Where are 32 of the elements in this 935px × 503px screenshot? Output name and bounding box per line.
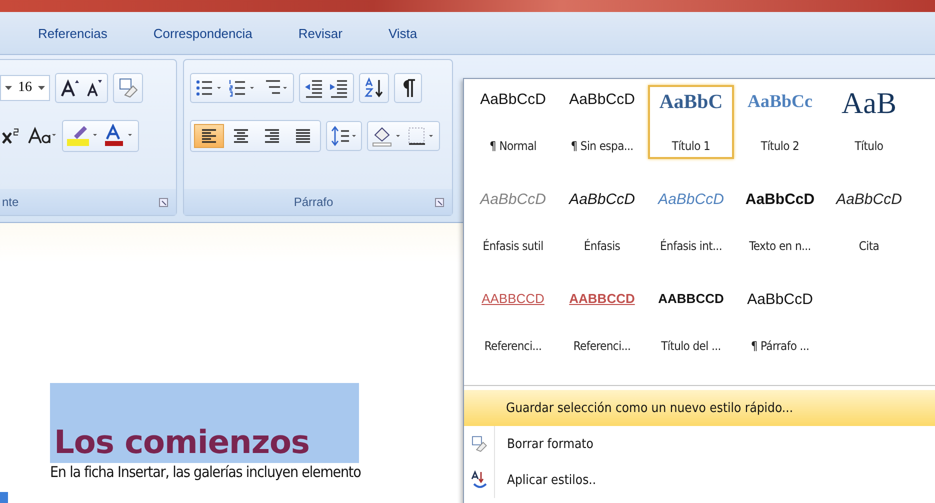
ribbon-tab[interactable]: Vista <box>370 22 436 44</box>
caret-icon <box>5 86 12 90</box>
menu-item[interactable]: Guardar selección como un nuevo estilo rápido... <box>464 390 935 426</box>
eraser-icon <box>470 435 488 453</box>
line-spacing-icon[interactable] <box>330 125 358 147</box>
align-left-icon <box>201 129 217 143</box>
status-marker <box>0 492 8 503</box>
paint-bucket-icon[interactable] <box>371 125 403 147</box>
font-color-icon[interactable] <box>103 124 135 148</box>
group-label: nte <box>2 195 19 209</box>
ribbon-tab[interactable]: Revisar <box>280 22 360 44</box>
eraser-icon[interactable] <box>117 77 139 99</box>
align-center-icon <box>233 129 249 143</box>
style-option[interactable]: AaBbC Título 1 <box>648 85 734 159</box>
font-size-field[interactable]: 16 <box>0 75 50 101</box>
ribbon-tab[interactable]: Correspondencia <box>135 22 270 44</box>
ribbon-tab[interactable]: Referencias <box>20 22 126 44</box>
dialog-launcher-icon[interactable] <box>159 198 168 206</box>
document-paragraph: En la ficha Insertar, las galerías incluyen elemento <box>50 463 361 481</box>
apply-styles-icon <box>470 470 488 490</box>
grow-font-icon[interactable] <box>59 77 81 99</box>
dialog-launcher-icon[interactable] <box>434 198 444 206</box>
numbered-list-icon[interactable] <box>227 77 257 99</box>
align-right-icon <box>264 129 280 143</box>
sort-icon[interactable] <box>363 77 385 99</box>
caret-icon <box>38 86 45 90</box>
justify-icon <box>295 129 311 143</box>
borders-icon[interactable] <box>406 125 436 147</box>
document-heading: Los comienzos <box>50 383 360 463</box>
align-left-button[interactable] <box>194 124 224 148</box>
highlighter-icon[interactable] <box>66 124 100 148</box>
group-label: Párrafo <box>294 195 334 209</box>
